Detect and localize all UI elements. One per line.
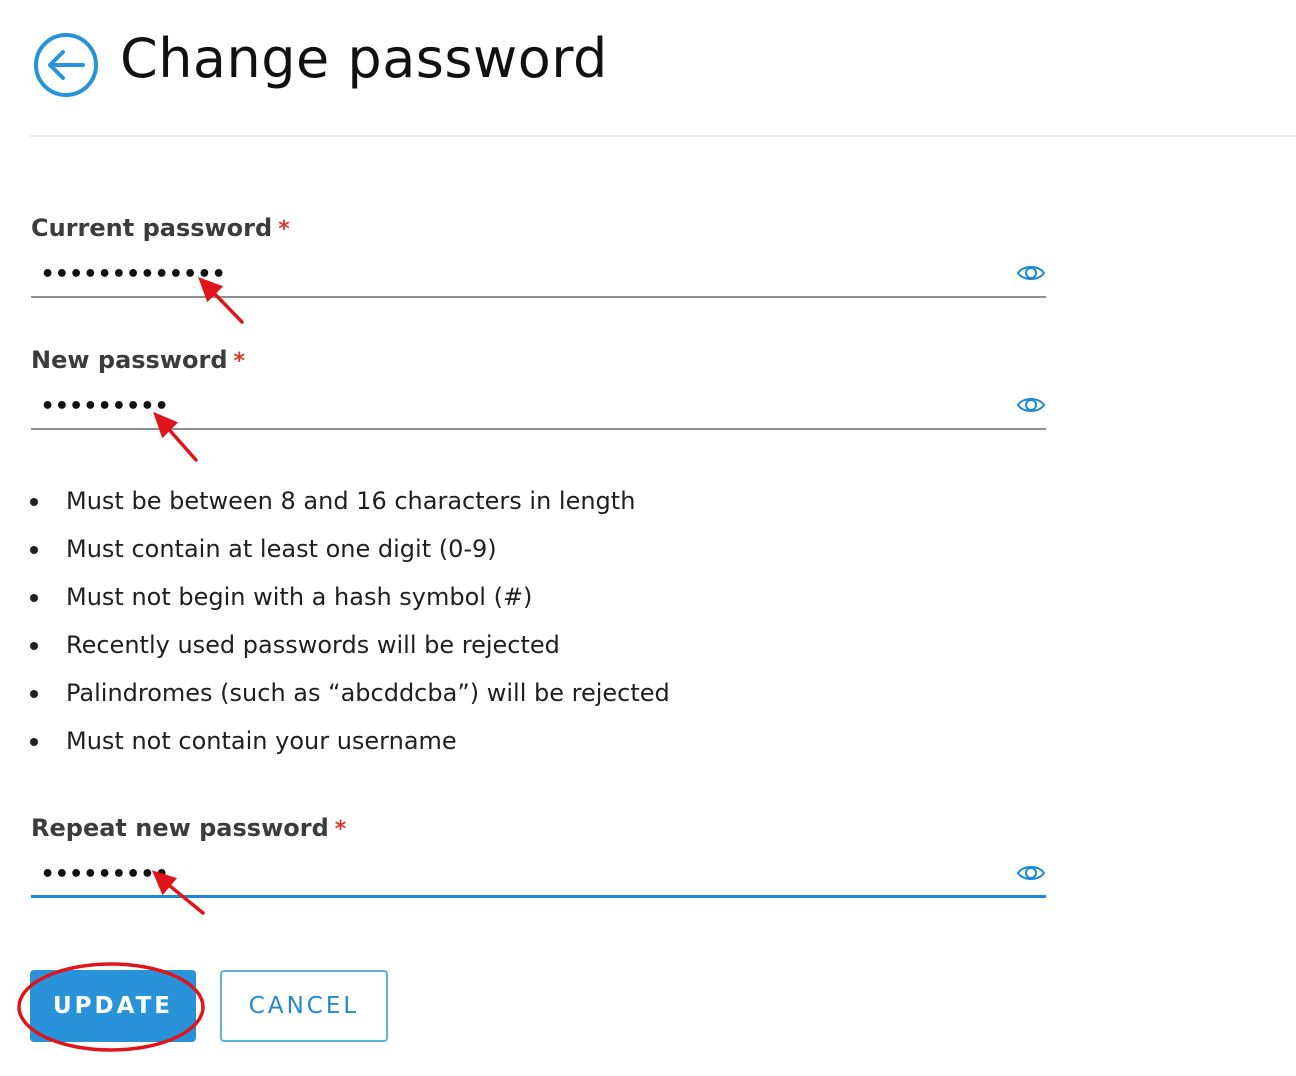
- rule-text: Recently used passwords will be rejected: [66, 631, 560, 659]
- rule-item: Must contain at least one digit (0-9): [30, 533, 670, 581]
- page-header: Change password: [0, 0, 1296, 137]
- back-arrow-icon[interactable]: [33, 32, 99, 98]
- rule-text: Palindromes (such as “abcddcba”) will be…: [66, 679, 670, 707]
- bullet-icon: [30, 690, 38, 698]
- cancel-button[interactable]: CANCEL: [220, 970, 388, 1042]
- current-password-label-text: Current password: [31, 214, 273, 242]
- bullet-icon: [30, 546, 38, 554]
- required-mark: *: [233, 349, 246, 374]
- rule-item: Must not contain your username: [30, 725, 670, 773]
- change-password-page: Change password Current password* New pa…: [0, 0, 1296, 1076]
- rule-item: Recently used passwords will be rejected: [30, 629, 670, 677]
- rule-text: Must not begin with a hash symbol (#): [66, 583, 533, 611]
- new-password-input[interactable]: [41, 386, 981, 426]
- rule-item: Must be between 8 and 16 characters in l…: [30, 485, 670, 533]
- repeat-password-label: Repeat new password *: [31, 814, 346, 842]
- bullet-icon: [30, 498, 38, 506]
- required-mark: *: [278, 217, 290, 242]
- current-password-label: Current password *: [31, 214, 290, 242]
- bullet-icon: [30, 642, 38, 650]
- current-password-field: [31, 254, 1046, 298]
- rule-text: Must contain at least one digit (0-9): [66, 535, 497, 563]
- new-password-label-text: New password: [31, 346, 228, 374]
- new-password-label: New password *: [31, 346, 245, 374]
- required-mark: *: [334, 817, 347, 842]
- repeat-password-label-text: Repeat new password: [31, 814, 329, 842]
- password-rules-list: Must be between 8 and 16 characters in l…: [30, 485, 670, 773]
- rule-text: Must be between 8 and 16 characters in l…: [66, 487, 636, 515]
- update-button[interactable]: UPDATE: [30, 970, 196, 1042]
- rule-item: Must not begin with a hash symbol (#): [30, 581, 670, 629]
- rule-text: Must not contain your username: [66, 727, 457, 755]
- current-password-input[interactable]: [41, 254, 981, 294]
- eye-icon[interactable]: [1016, 862, 1046, 884]
- page-title: Change password: [120, 27, 608, 90]
- eye-icon[interactable]: [1016, 262, 1046, 284]
- bullet-icon: [30, 738, 38, 746]
- repeat-password-input[interactable]: [41, 854, 981, 894]
- new-password-field: [31, 386, 1046, 430]
- repeat-password-field: [31, 854, 1046, 898]
- eye-icon[interactable]: [1016, 394, 1046, 416]
- bullet-icon: [30, 594, 38, 602]
- rule-item: Palindromes (such as “abcddcba”) will be…: [30, 677, 670, 725]
